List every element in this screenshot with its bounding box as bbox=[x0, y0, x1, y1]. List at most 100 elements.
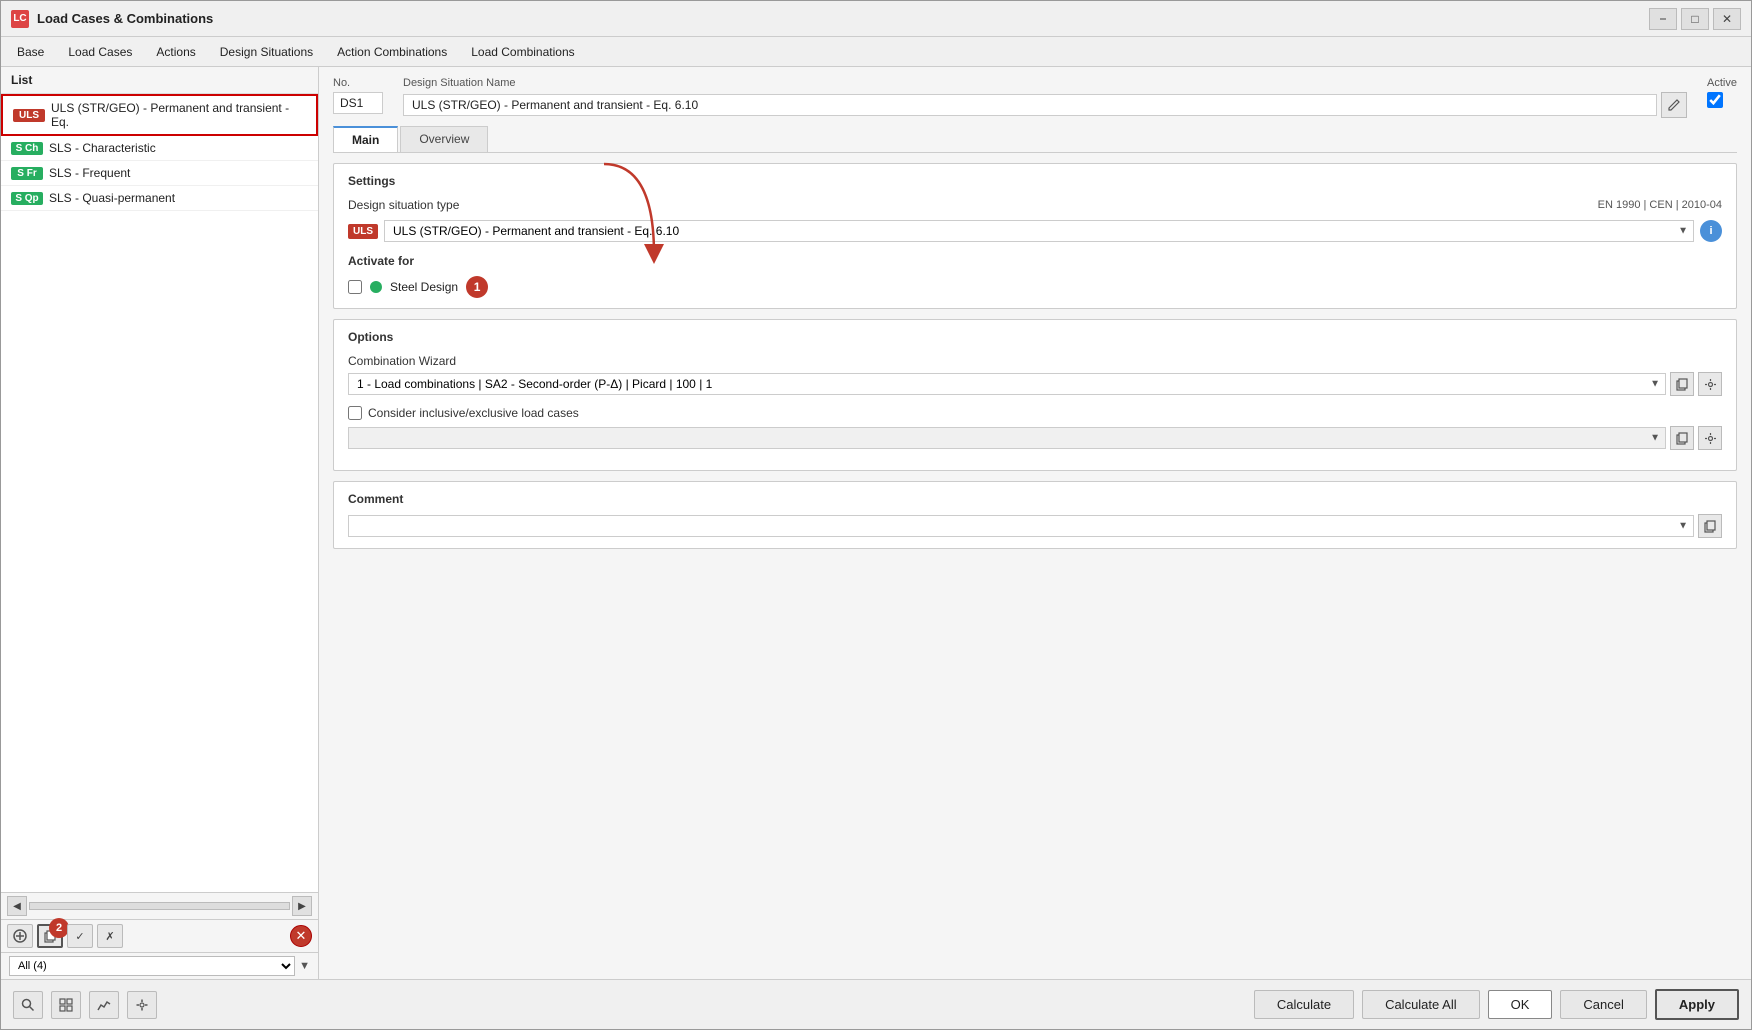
menu-item-load-combinations[interactable]: Load Combinations bbox=[459, 41, 586, 63]
wizard-field: Combination Wizard 1 - Load combinations… bbox=[348, 354, 1722, 396]
options-section: Options Combination Wizard 1 - Load comb… bbox=[333, 319, 1737, 471]
main-content: List ULS ULS (STR/GEO) - Permanent and t… bbox=[1, 67, 1751, 979]
comment-title: Comment bbox=[348, 492, 1722, 506]
wizard-label: Combination Wizard bbox=[348, 354, 1722, 368]
uncheck-button[interactable]: ✗ bbox=[97, 924, 123, 948]
list-item-badge-uls: ULS bbox=[13, 109, 45, 122]
scroll-controls: ◀ ▶ bbox=[1, 893, 318, 919]
inclusive-copy-button[interactable] bbox=[1670, 426, 1694, 450]
list-item-text-2: SLS - Frequent bbox=[49, 166, 130, 180]
list-item-text-0: ULS (STR/GEO) - Permanent and transient … bbox=[51, 101, 306, 129]
list-item-badge-sfr: S Fr bbox=[11, 167, 43, 180]
grid-button[interactable] bbox=[51, 991, 81, 1019]
left-panel: List ULS ULS (STR/GEO) - Permanent and t… bbox=[1, 67, 319, 979]
comment-copy-button[interactable] bbox=[1698, 514, 1722, 538]
active-label: Active bbox=[1707, 77, 1737, 89]
menu-item-action-combinations[interactable]: Action Combinations bbox=[325, 41, 459, 63]
inclusive-label: Consider inclusive/exclusive load cases bbox=[368, 406, 579, 420]
list-item[interactable]: S Fr SLS - Frequent bbox=[1, 161, 318, 186]
list-header: List bbox=[1, 67, 318, 94]
name-row bbox=[403, 92, 1687, 118]
tab-overview[interactable]: Overview bbox=[400, 126, 488, 152]
green-dot-icon bbox=[370, 281, 382, 293]
window-title: Load Cases & Combinations bbox=[37, 11, 213, 26]
menu-item-base[interactable]: Base bbox=[5, 41, 56, 63]
options-title: Options bbox=[348, 330, 1722, 344]
inclusive-input-row: ▼ bbox=[348, 426, 1722, 450]
tab-main[interactable]: Main bbox=[333, 126, 398, 152]
steel-design-checkbox[interactable] bbox=[348, 280, 362, 294]
apply-button[interactable]: Apply bbox=[1655, 989, 1739, 1020]
list-item-badge-sch: S Ch bbox=[11, 142, 43, 155]
activate-for-label: Activate for bbox=[348, 254, 1722, 268]
inclusive-select[interactable] bbox=[348, 427, 1666, 449]
inclusive-select-wrapper: ▼ bbox=[348, 427, 1666, 449]
left-panel-bottom: ◀ ▶ 2 ✓ ✗ ✕ bbox=[1, 892, 318, 979]
design-type-row: Design situation type EN 1990 | CEN | 20… bbox=[348, 198, 1722, 212]
menu-bar: Base Load Cases Actions Design Situation… bbox=[1, 37, 1751, 67]
copy-button[interactable]: 2 bbox=[37, 924, 63, 948]
list-item[interactable]: S Qp SLS - Quasi-permanent bbox=[1, 186, 318, 211]
design-type-select[interactable]: ULS (STR/GEO) - Permanent and transient … bbox=[384, 220, 1694, 242]
chart-button[interactable] bbox=[89, 991, 119, 1019]
title-bar-controls: ⎯ □ ✕ bbox=[1649, 8, 1741, 30]
menu-item-design-situations[interactable]: Design Situations bbox=[208, 41, 325, 63]
add-button[interactable] bbox=[7, 924, 33, 948]
search-button[interactable] bbox=[13, 991, 43, 1019]
design-type-select-wrapper: ULS (STR/GEO) - Permanent and transient … bbox=[384, 220, 1694, 242]
active-checkbox[interactable] bbox=[1707, 92, 1723, 108]
comment-select[interactable] bbox=[348, 515, 1694, 537]
list-toolbar: 2 ✓ ✗ ✕ bbox=[1, 919, 318, 952]
design-type-dropdown-row: ULS ULS (STR/GEO) - Permanent and transi… bbox=[348, 220, 1722, 242]
bottom-right-buttons: Calculate Calculate All OK Cancel Apply bbox=[1254, 989, 1739, 1020]
info-button[interactable]: i bbox=[1700, 220, 1722, 242]
comment-section: Comment ▼ bbox=[333, 481, 1737, 549]
list-item-text-1: SLS - Characteristic bbox=[49, 141, 156, 155]
step1-badge: 1 bbox=[466, 276, 488, 298]
close-button[interactable]: ✕ bbox=[1713, 8, 1741, 30]
wizard-select-wrapper: 1 - Load combinations | SA2 - Second-ord… bbox=[348, 373, 1666, 395]
filter-dropdown-arrow[interactable]: ▼ bbox=[299, 960, 310, 972]
activate-row: Steel Design 1 bbox=[348, 276, 1722, 298]
filter-select[interactable]: All (4) bbox=[9, 956, 295, 976]
top-row: No. DS1 Design Situation Name Active bbox=[333, 77, 1737, 118]
maximize-button[interactable]: □ bbox=[1681, 8, 1709, 30]
tabs: Main Overview bbox=[333, 126, 1737, 153]
inclusive-field: Consider inclusive/exclusive load cases … bbox=[348, 406, 1722, 450]
wizard-copy-button[interactable] bbox=[1670, 372, 1694, 396]
calculate-button[interactable]: Calculate bbox=[1254, 990, 1354, 1019]
minimize-button[interactable]: ⎯ bbox=[1649, 8, 1677, 30]
inclusive-checkbox[interactable] bbox=[348, 406, 362, 420]
list-items: ULS ULS (STR/GEO) - Permanent and transi… bbox=[1, 94, 318, 892]
scroll-left-button[interactable]: ◀ bbox=[7, 896, 27, 916]
inclusive-checkbox-row: Consider inclusive/exclusive load cases bbox=[348, 406, 1722, 420]
design-type-standard: EN 1990 | CEN | 2010-04 bbox=[1598, 199, 1722, 211]
settings-section: Settings Design situation type EN 1990 |… bbox=[333, 163, 1737, 309]
steel-design-label: Steel Design bbox=[390, 280, 458, 294]
title-bar-left: LC Load Cases & Combinations bbox=[11, 10, 213, 28]
list-item[interactable]: S Ch SLS - Characteristic bbox=[1, 136, 318, 161]
uls-badge: ULS bbox=[348, 224, 378, 239]
wizard-select[interactable]: 1 - Load combinations | SA2 - Second-ord… bbox=[348, 373, 1666, 395]
wizard-settings-button[interactable] bbox=[1698, 372, 1722, 396]
no-value: DS1 bbox=[333, 92, 383, 114]
comment-row: ▼ bbox=[348, 514, 1722, 538]
check-button[interactable]: ✓ bbox=[67, 924, 93, 948]
cancel-button[interactable]: Cancel bbox=[1560, 990, 1646, 1019]
menu-item-actions[interactable]: Actions bbox=[144, 41, 207, 63]
name-edit-button[interactable] bbox=[1661, 92, 1687, 118]
app-icon: LC bbox=[11, 10, 29, 28]
inclusive-settings-button[interactable] bbox=[1698, 426, 1722, 450]
settings-icon-button[interactable] bbox=[127, 991, 157, 1019]
ok-button[interactable]: OK bbox=[1488, 990, 1553, 1019]
menu-item-load-cases[interactable]: Load Cases bbox=[56, 41, 144, 63]
name-input[interactable] bbox=[403, 94, 1657, 116]
delete-button[interactable]: ✕ bbox=[290, 925, 312, 947]
calculate-all-button[interactable]: Calculate All bbox=[1362, 990, 1480, 1019]
scroll-right-button[interactable]: ▶ bbox=[292, 896, 312, 916]
bottom-bar: Calculate Calculate All OK Cancel Apply bbox=[1, 979, 1751, 1029]
name-label: Design Situation Name bbox=[403, 77, 1687, 89]
design-type-label: Design situation type bbox=[348, 198, 459, 212]
list-item[interactable]: ULS ULS (STR/GEO) - Permanent and transi… bbox=[1, 94, 318, 136]
list-item-text-3: SLS - Quasi-permanent bbox=[49, 191, 175, 205]
